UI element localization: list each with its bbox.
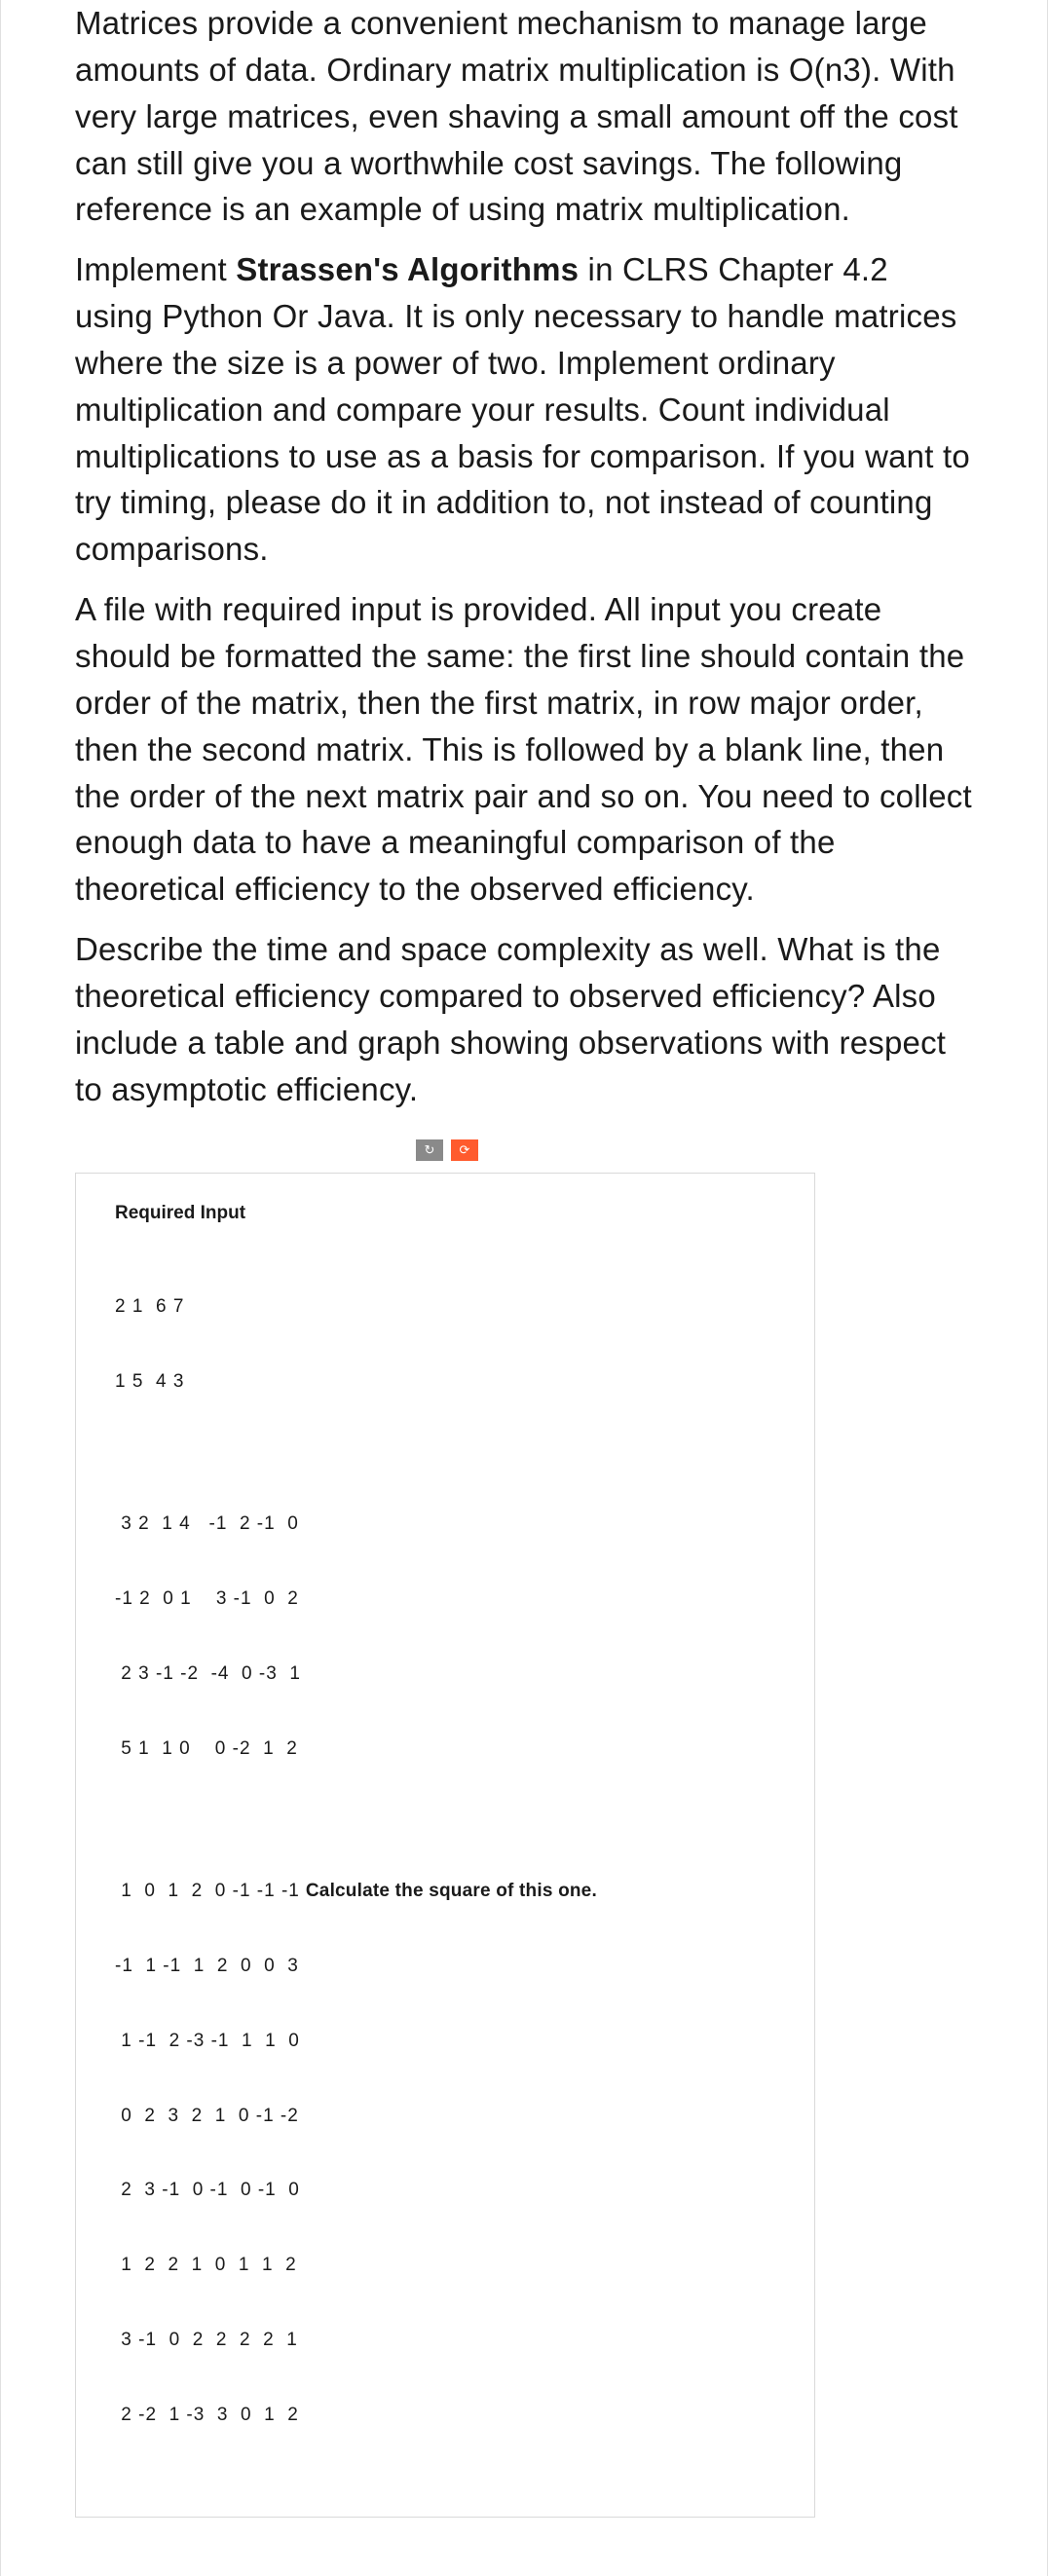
calculate-note: Calculate the square of this one. (300, 1881, 597, 1901)
matrix-row: 3 -1 0 2 2 2 2 1 (115, 2328, 775, 2353)
matrix-row: 1 0 1 2 0 -1 -1 -1 (115, 1881, 300, 1901)
icon-toolbar: ↻ ⟳ (416, 1139, 973, 1161)
matrix-row: 2 -2 1 -3 3 0 1 2 (115, 2403, 775, 2428)
matrix-row: 2 3 -1 0 -1 0 -1 0 (115, 2178, 775, 2203)
matrix-row: -1 2 0 1 3 -1 0 2 (115, 1587, 775, 1612)
matrix-row: 1 5 4 3 (115, 1369, 775, 1395)
matrix-block-1: 2 1 6 7 1 5 4 3 (115, 1244, 775, 1443)
matrix-row: 2 3 -1 -2 -4 0 -3 1 (115, 1661, 775, 1687)
paragraph-file: A file with required input is provided. … (75, 586, 973, 913)
reload-icon[interactable]: ⟳ (451, 1139, 478, 1161)
matrix-row: 1 2 2 1 0 1 1 2 (115, 2253, 775, 2278)
paragraph-intro: Matrices provide a convenient mechanism … (75, 0, 973, 233)
matrix-row: 2 1 6 7 (115, 1294, 775, 1320)
required-input-box: Required Input 2 1 6 7 1 5 4 3 3 2 1 4 -… (75, 1173, 815, 2518)
paragraph-complexity: Describe the time and space complexity a… (75, 926, 973, 1112)
matrix-row: 0 2 3 2 1 0 -1 -2 (115, 2104, 775, 2129)
paragraph-implement: Implement Strassen's Algorithms in CLRS … (75, 246, 973, 573)
matrix-row: 3 2 1 4 -1 2 -1 0 (115, 1512, 775, 1537)
refresh-icon[interactable]: ↻ (416, 1139, 443, 1161)
document-page: Matrices provide a convenient mechanism … (0, 0, 1048, 2576)
matrix-row: 5 1 1 0 0 -2 1 2 (115, 1736, 775, 1762)
matrix-row: -1 1 -1 1 2 0 0 3 (115, 1954, 775, 1979)
matrix-block-2: 3 2 1 4 -1 2 -1 0 -1 2 0 1 3 -1 0 2 2 3 … (115, 1462, 775, 1811)
strassen-bold: Strassen's Algorithms (236, 251, 579, 287)
text-fragment: in CLRS Chapter 4.2 using Python Or Java… (75, 251, 970, 567)
matrix-block-3: 1 0 1 2 0 -1 -1 -1Calculate the square o… (115, 1829, 775, 2479)
text-fragment: Implement (75, 251, 236, 287)
matrix-row-with-note: 1 0 1 2 0 -1 -1 -1Calculate the square o… (115, 1879, 775, 1904)
matrix-row: 1 -1 2 -3 -1 1 1 0 (115, 2029, 775, 2054)
required-input-title: Required Input (115, 1203, 775, 1224)
